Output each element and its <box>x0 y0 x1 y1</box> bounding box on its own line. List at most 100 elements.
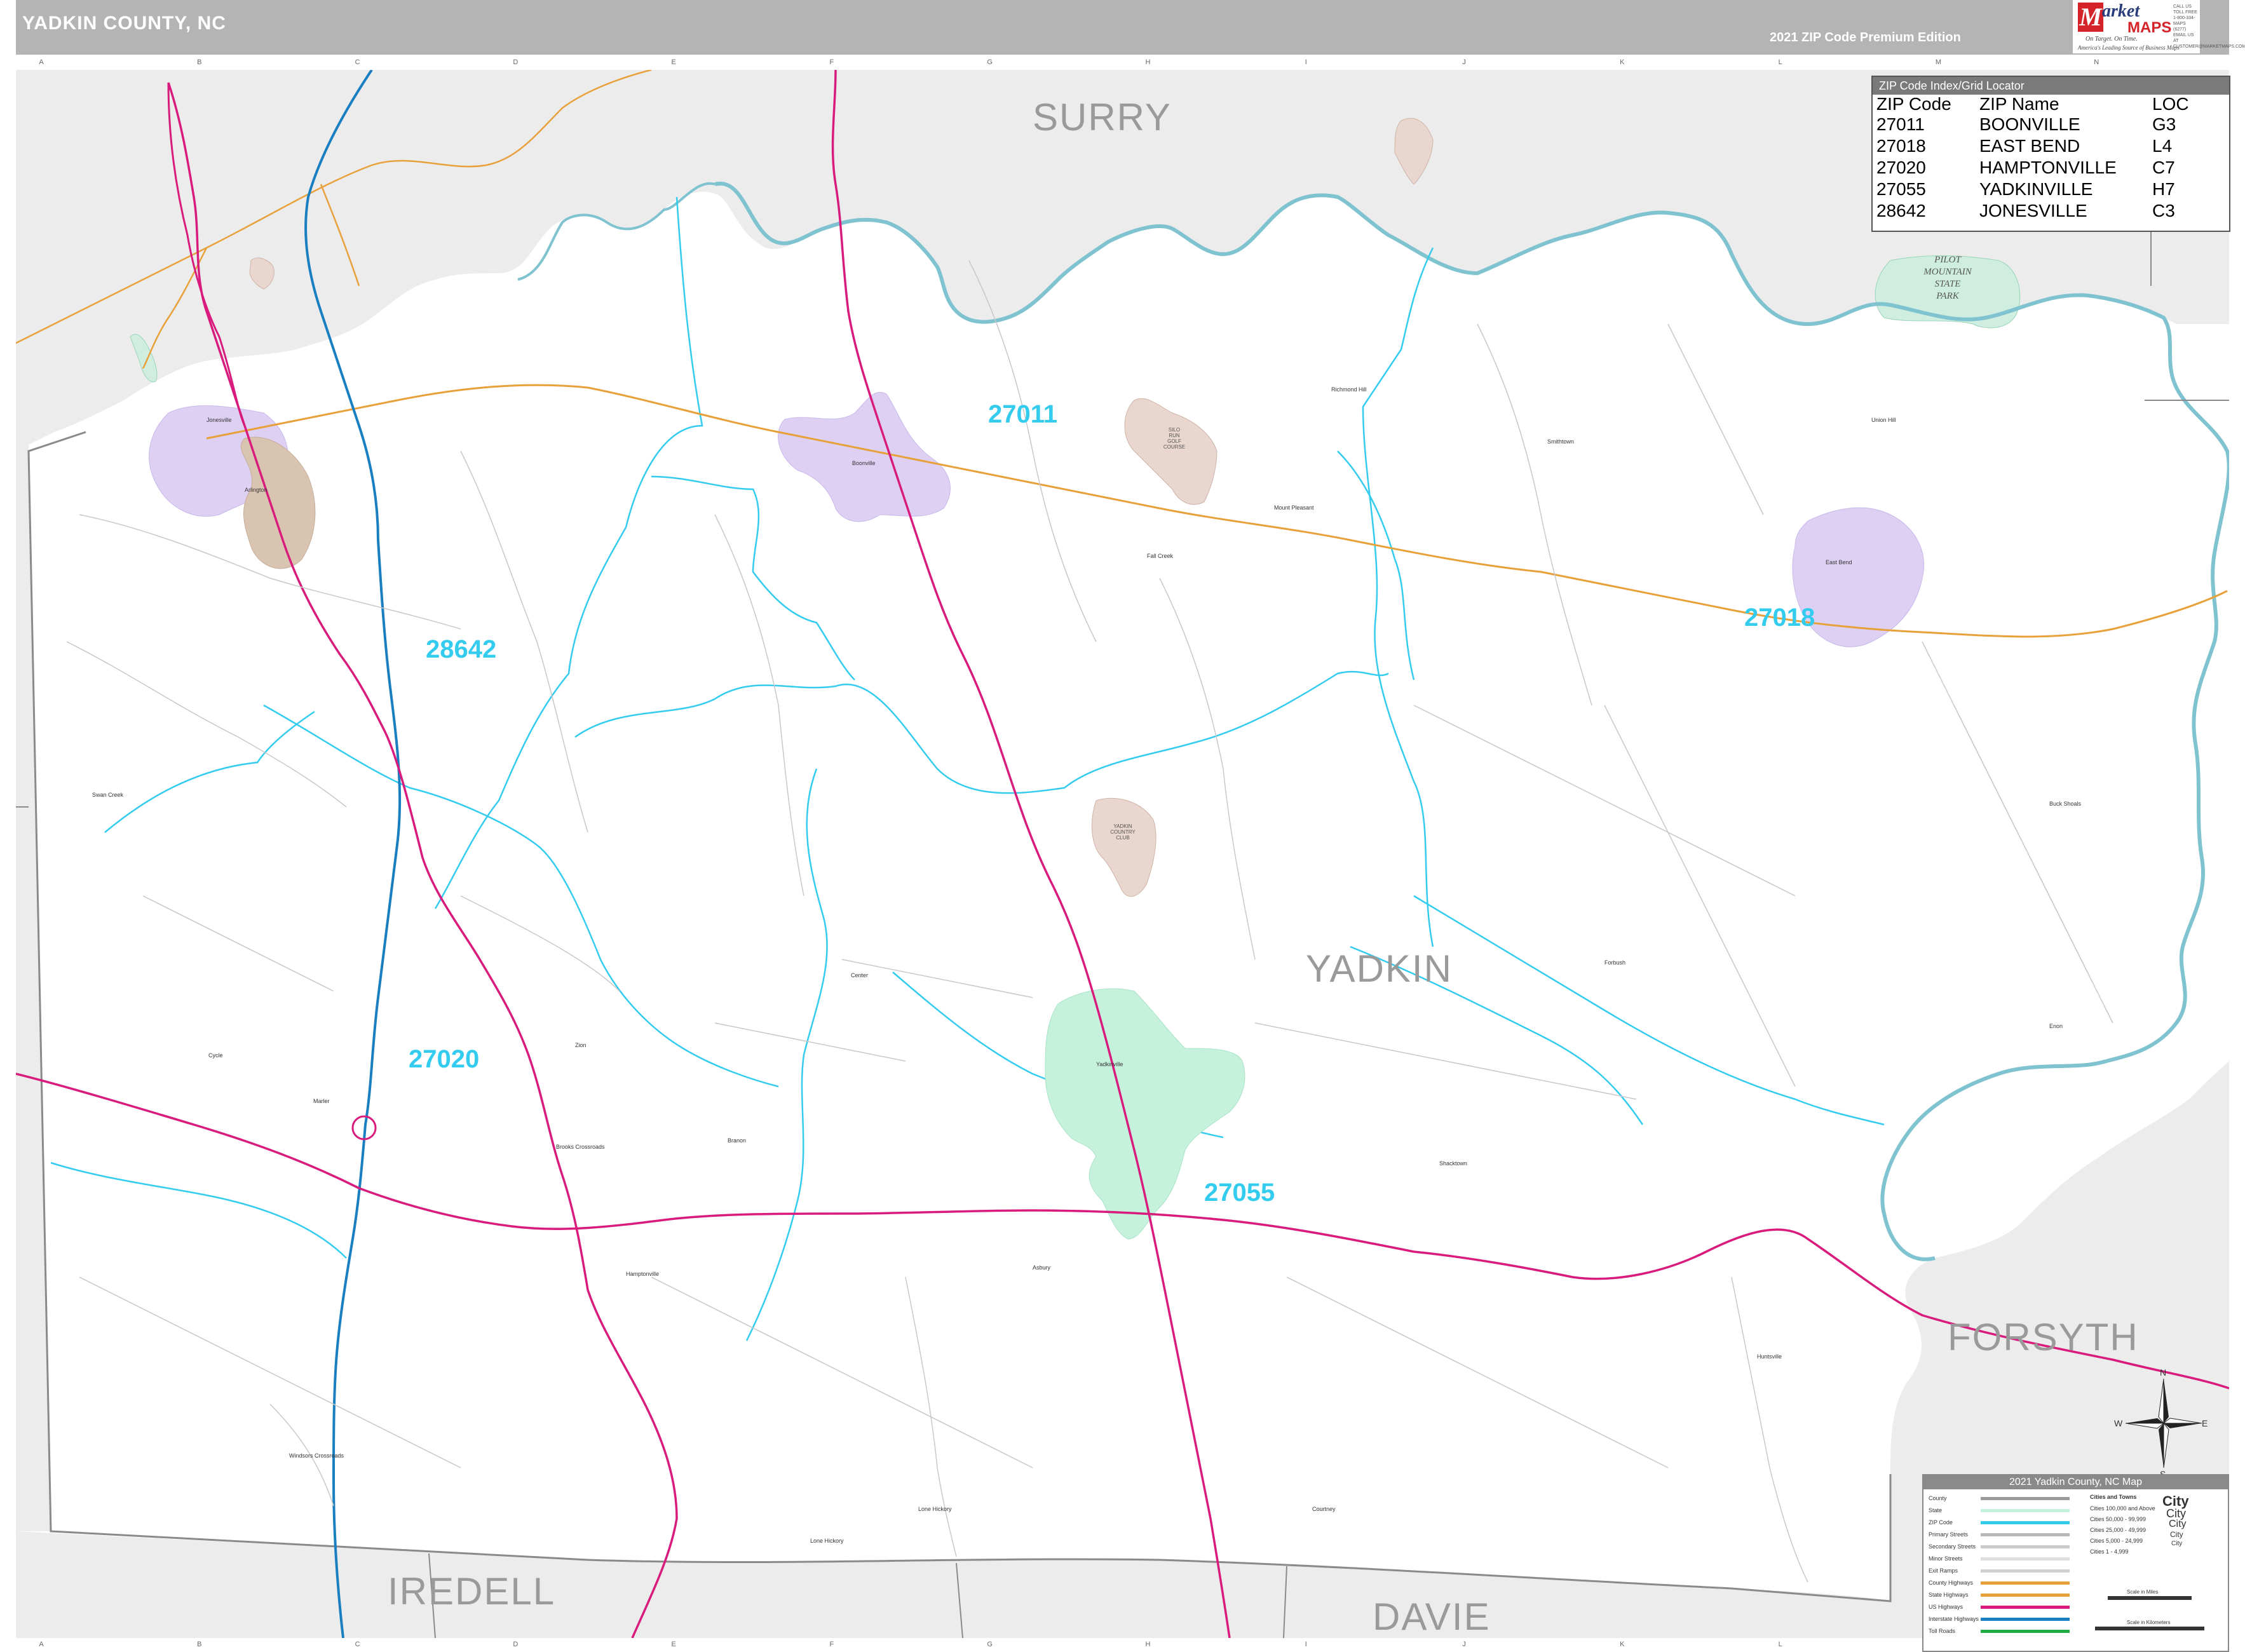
zip-loc: H7 <box>2152 179 2175 199</box>
town-brooks-crossroads: Brooks Crossroads <box>556 1144 605 1150</box>
town-mount-pleasant: Mount Pleasant <box>1274 504 1314 511</box>
legend-item-label: County Highways <box>1929 1580 1974 1586</box>
town-forbush: Forbush <box>1604 959 1626 966</box>
grid-column-label: G <box>987 1641 993 1648</box>
grid-column-label: J <box>1462 58 1466 66</box>
town-branon: Branon <box>728 1137 747 1144</box>
poi-label-golf: SILO RUN GOLF COURSE <box>1163 427 1186 450</box>
legend-item-swatch <box>1981 1533 2070 1536</box>
town-east-bend: East Bend <box>1826 559 1852 565</box>
brand-logo-maps: MAPS <box>2127 19 2172 36</box>
map-header: YADKIN COUNTY, NC 2021 ZIP Code Premium … <box>16 0 2229 55</box>
compass-n: N <box>2160 1367 2167 1378</box>
park-label-pilot-mountain: PILOT MOUNTAIN STATE PARK <box>1923 255 1972 301</box>
grid-columns-bottom: ABCDEFGHIJKLMN <box>16 1638 2229 1652</box>
legend-cities-header: Cities and Towns <box>2090 1494 2137 1500</box>
legend-item-swatch <box>1981 1606 2070 1609</box>
zip-index-header-zip: ZIP Code <box>1876 94 1951 114</box>
legend-item-label: State <box>1929 1507 1943 1513</box>
grid-column-label: A <box>39 1641 44 1648</box>
zip-label-27020: 27020 <box>409 1045 480 1073</box>
legend-item: Primary Streets <box>1929 1529 2070 1540</box>
town-lone-hickory-2: Lone Hickory <box>918 1506 952 1512</box>
legend-city-item: Cities 100,000 and Above <box>2090 1505 2155 1512</box>
legend-city-sample-5: City <box>2171 1540 2183 1547</box>
legend-item-label: Toll Roads <box>1929 1628 1956 1634</box>
legend-item: Exit Ramps <box>1929 1566 2070 1576</box>
zip-label-28642: 28642 <box>426 635 497 663</box>
town-hamptonville: Hamptonville <box>626 1271 660 1277</box>
zip-name: JONESVILLE <box>1979 201 2087 220</box>
legend-item-swatch <box>1981 1630 2070 1633</box>
zip-label-27018: 27018 <box>1744 604 1815 632</box>
legend-city-item: Cities 5,000 - 24,999 <box>2090 1538 2143 1544</box>
legend-item-label: Secondary Streets <box>1929 1543 1976 1550</box>
compass-rose: N S E W <box>2114 1367 2208 1479</box>
town-enon: Enon <box>2049 1023 2063 1029</box>
legend-item-label: Interstate Highways <box>1929 1616 1979 1622</box>
grid-column-label: G <box>987 58 993 66</box>
zip-index-title: ZIP Code Index/Grid Locator <box>1873 77 2229 95</box>
town-fall-creek: Fall Creek <box>1147 553 1174 559</box>
zip-label-27055: 27055 <box>1204 1179 1275 1207</box>
grid-column-label: H <box>1145 1641 1151 1648</box>
table-row: 27018 EAST BEND L4 <box>1876 135 2209 157</box>
town-huntsville: Huntsville <box>1757 1353 1782 1360</box>
zip-loc: C7 <box>2152 158 2175 177</box>
town-arlington: Arlington <box>245 487 268 493</box>
grid-column-label: H <box>1145 58 1151 66</box>
legend-city-item: Cities 50,000 - 99,999 <box>2090 1516 2147 1522</box>
legend-item-swatch <box>1981 1581 2070 1585</box>
legend-scale-bar-km <box>2095 1627 2204 1630</box>
legend-item-swatch <box>1981 1545 2070 1548</box>
legend-item: State <box>1929 1505 2070 1515</box>
legend-item: Toll Roads <box>1929 1626 2070 1636</box>
legend-item-label: County <box>1929 1495 1947 1501</box>
grid-column-label: M <box>1935 58 1941 66</box>
zip-index-header-name: ZIP Name <box>1979 94 2059 114</box>
legend-city-sample-3: City <box>2169 1519 2187 1529</box>
legend-city-item: Cities 25,000 - 49,999 <box>2090 1527 2147 1533</box>
legend-item-swatch <box>1981 1497 2070 1500</box>
town-yadkinville: Yadkinville <box>1096 1061 1123 1067</box>
legend-title: 2021 Yadkin County, NC Map <box>1923 1475 2228 1489</box>
brand-logo-m: M <box>2078 3 2103 32</box>
legend-scale-bar-miles <box>2108 1596 2192 1600</box>
grid-column-label: J <box>1462 1641 1466 1648</box>
town-buck-shoals: Buck Shoals <box>2049 801 2082 807</box>
legend-item-label: Exit Ramps <box>1929 1567 1958 1574</box>
zip-loc: C3 <box>2152 201 2175 220</box>
zip-code: 27055 <box>1876 179 1926 199</box>
grid-column-label: L <box>1778 58 1782 66</box>
table-row: 27011 BOONVILLE G3 <box>1876 114 2209 135</box>
zip-code: 27020 <box>1876 158 1926 177</box>
town-shacktown: Shacktown <box>1439 1160 1468 1167</box>
legend-item-label: Primary Streets <box>1929 1531 1969 1538</box>
grid-column-label: F <box>829 58 834 66</box>
town-swan-creek: Swan Creek <box>92 792 124 798</box>
county-label-forsyth: FORSYTH <box>1948 1316 2139 1358</box>
zip-code: 28642 <box>1876 201 1926 220</box>
brand-tagline: On Target. On Time. <box>2086 36 2138 43</box>
grid-column-label: C <box>355 1641 360 1648</box>
town-windsors-crossroads: Windsors Crossroads <box>289 1452 344 1459</box>
town-courtney: Courtney <box>1312 1506 1336 1512</box>
town-lone-hickory: Lone Hickory <box>810 1538 844 1544</box>
map-canvas[interactable]: SURRY YADKIN FORSYTH IREDELL DAVIE 27011… <box>16 70 2229 1638</box>
compass-w: W <box>2114 1418 2123 1428</box>
grid-column-label: F <box>829 1641 834 1648</box>
grid-column-label: B <box>197 58 202 66</box>
legend-item-label: State Highways <box>1929 1592 1969 1598</box>
grid-column-label: I <box>1305 58 1307 66</box>
zip-code: 27018 <box>1876 136 1926 156</box>
legend-item: County Highways <box>1929 1578 2070 1588</box>
brand-contact: CALL US TOLL FREE 1-800-334-MAPS (6277) … <box>2173 4 2245 49</box>
town-asbury: Asbury <box>1033 1264 1051 1271</box>
zip-index-header-loc: LOC <box>2152 94 2189 114</box>
grid-column-label: C <box>355 58 360 66</box>
zip-label-27011: 27011 <box>988 400 1058 428</box>
legend-item-label: Minor Streets <box>1929 1555 1963 1562</box>
legend-item: State Highways <box>1929 1590 2070 1600</box>
grid-columns-top: A B C D E F G H I J K L M N <box>16 56 2229 70</box>
town-center: Center <box>851 972 869 978</box>
